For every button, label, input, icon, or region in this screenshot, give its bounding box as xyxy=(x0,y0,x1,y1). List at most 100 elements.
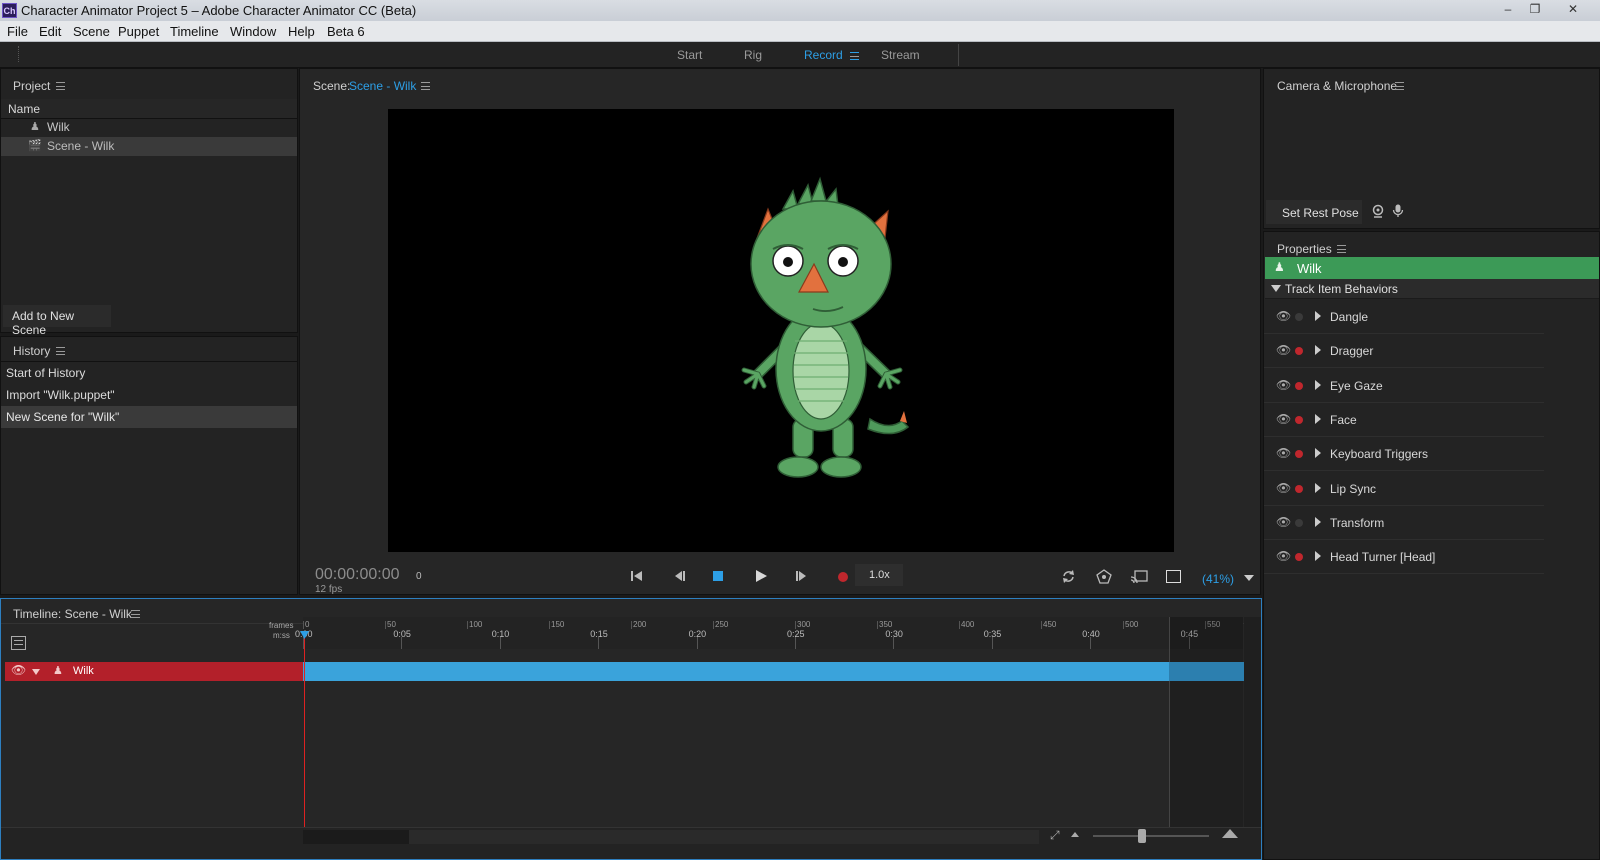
arm-record-icon[interactable] xyxy=(1295,381,1303,390)
arm-record-icon[interactable] xyxy=(1295,518,1303,527)
menu-beta[interactable]: Beta 6 xyxy=(327,24,365,39)
expand-arrow-icon[interactable] xyxy=(1315,379,1321,390)
add-to-new-scene-button[interactable]: Add to New Scene xyxy=(3,305,111,337)
visibility-eye-icon[interactable]: 👁 xyxy=(1276,412,1291,426)
menu-timeline[interactable]: Timeline xyxy=(170,24,219,39)
behavior-row[interactable]: 👁 Eye Gaze xyxy=(1264,369,1544,403)
workspace-menu-icon[interactable] xyxy=(850,52,859,60)
project-item-scene[interactable]: 🎬 Scene - Wilk xyxy=(1,137,297,156)
timeline-ruler[interactable]: 0501001502002503003504004505005500:000:0… xyxy=(295,617,1243,649)
minimize-button[interactable]: – xyxy=(1495,2,1521,18)
expand-arrow-icon[interactable] xyxy=(1315,482,1321,493)
expand-arrow-icon[interactable] xyxy=(1315,311,1321,321)
history-item[interactable]: Import "Wilk.puppet" xyxy=(1,384,297,406)
visibility-eye-icon[interactable]: 👁 xyxy=(1276,378,1291,392)
scene-menu-icon[interactable] xyxy=(421,82,430,90)
history-item-selected[interactable]: New Scene for "Wilk" xyxy=(1,406,297,428)
frame-view-icon[interactable] xyxy=(1166,570,1181,583)
visibility-eye-icon[interactable]: 👁 xyxy=(1276,343,1291,357)
expand-arrow-icon[interactable] xyxy=(1315,551,1321,562)
step-back-icon[interactable] xyxy=(672,569,686,583)
expand-arrow-icon[interactable] xyxy=(1315,413,1321,424)
frame-tick xyxy=(1041,621,1042,629)
behavior-row[interactable]: 👁 Dangle xyxy=(1264,300,1544,334)
behavior-row[interactable]: 👁 Dragger xyxy=(1264,334,1544,369)
behavior-row[interactable]: 👁 Head Turner [Head] xyxy=(1264,540,1544,575)
collapse-arrow-icon[interactable] xyxy=(1271,285,1281,292)
workspace-rig[interactable]: Rig xyxy=(744,48,762,62)
workspace-start[interactable]: Start xyxy=(677,48,702,62)
menu-file[interactable]: File xyxy=(7,24,28,39)
history-item[interactable]: Start of History xyxy=(1,362,297,384)
menu-puppet[interactable]: Puppet xyxy=(118,24,159,39)
behavior-row[interactable]: 👁 Face xyxy=(1264,403,1544,437)
playback-speed[interactable]: 1.0x xyxy=(855,564,903,586)
menu-scene[interactable]: Scene xyxy=(73,24,110,39)
fit-to-view-icon[interactable]: ⤢ xyxy=(1050,828,1060,843)
project-menu-icon[interactable] xyxy=(56,82,65,90)
timeline-options-icon[interactable] xyxy=(11,636,26,650)
scene-stage[interactable] xyxy=(388,109,1174,552)
playhead-line[interactable] xyxy=(304,631,305,827)
arm-record-icon[interactable] xyxy=(1295,415,1303,424)
track-bar[interactable] xyxy=(303,662,1244,681)
behavior-row[interactable]: 👁 Transform xyxy=(1264,506,1544,540)
play-icon[interactable] xyxy=(754,569,768,583)
expand-arrow-icon[interactable] xyxy=(1315,448,1321,459)
project-item-wilk[interactable]: ♟ Wilk xyxy=(1,118,297,137)
set-rest-pose-button[interactable]: Set Rest Pose xyxy=(1266,200,1362,224)
puppet-header[interactable]: ♟ Wilk xyxy=(1265,257,1599,279)
visibility-eye-icon[interactable]: 👁 xyxy=(1276,446,1291,460)
expand-arrow-icon[interactable] xyxy=(1315,516,1321,527)
track-header-wilk[interactable]: 👁 ♟ Wilk xyxy=(5,662,303,681)
horizontal-scrollbar-left[interactable] xyxy=(303,830,409,844)
zoom-in-icon[interactable] xyxy=(1222,829,1238,838)
frames-label: frames xyxy=(269,621,294,630)
restore-button[interactable]: ❐ xyxy=(1522,2,1548,18)
zoom-out-icon[interactable] xyxy=(1071,832,1079,837)
eye-icon[interactable]: 👁 xyxy=(11,663,26,677)
physics-icon[interactable] xyxy=(1096,569,1112,585)
menu-help[interactable]: Help xyxy=(288,24,315,39)
zoom-slider-thumb[interactable] xyxy=(1138,829,1146,843)
visibility-eye-icon[interactable]: 👁 xyxy=(1276,309,1291,323)
menu-edit[interactable]: Edit xyxy=(39,24,61,39)
timecode[interactable]: 00:00:00:00 xyxy=(315,566,400,584)
history-menu-icon[interactable] xyxy=(56,347,65,355)
track-item-behaviors-header[interactable]: Track Item Behaviors xyxy=(1265,279,1599,299)
microphone-icon[interactable] xyxy=(1392,204,1404,218)
zoom-dropdown-icon[interactable] xyxy=(1244,575,1254,581)
stop-icon[interactable] xyxy=(713,571,723,581)
expand-arrow-icon[interactable] xyxy=(32,669,40,675)
expand-arrow-icon[interactable] xyxy=(1315,345,1321,356)
camera-icon[interactable] xyxy=(1371,204,1385,218)
step-forward-icon[interactable] xyxy=(795,569,809,583)
close-button[interactable]: ✕ xyxy=(1560,2,1586,18)
arm-record-icon[interactable] xyxy=(1295,313,1303,321)
vertical-scrollbar[interactable] xyxy=(1244,617,1261,827)
behavior-row[interactable]: 👁 Lip Sync xyxy=(1264,472,1544,506)
arm-record-icon[interactable] xyxy=(1295,553,1303,562)
behavior-row[interactable]: 👁 Keyboard Triggers xyxy=(1264,437,1544,472)
visibility-eye-icon[interactable]: 👁 xyxy=(1276,481,1291,495)
column-name[interactable]: Name xyxy=(8,102,40,116)
workspace-stream[interactable]: Stream xyxy=(881,48,920,62)
cast-icon[interactable] xyxy=(1130,569,1148,585)
workspace-record[interactable]: Record xyxy=(804,48,843,62)
visibility-eye-icon[interactable]: 👁 xyxy=(1276,549,1291,563)
menu-window[interactable]: Window xyxy=(230,24,276,39)
loop-icon[interactable] xyxy=(1061,569,1076,584)
go-to-start-icon[interactable] xyxy=(630,569,644,583)
properties-menu-icon[interactable] xyxy=(1337,245,1346,253)
arm-record-icon[interactable] xyxy=(1295,484,1303,493)
camera-menu-icon[interactable] xyxy=(1395,82,1404,90)
puppet-wilk[interactable] xyxy=(388,109,1174,552)
visibility-eye-icon[interactable]: 👁 xyxy=(1276,515,1291,529)
zoom-level[interactable]: (41%) xyxy=(1202,572,1234,586)
arm-record-icon[interactable] xyxy=(1295,450,1303,459)
arm-record-icon[interactable] xyxy=(1295,347,1303,356)
horizontal-scrollbar-thumb[interactable] xyxy=(409,830,1039,844)
timeline-menu-icon[interactable] xyxy=(131,610,140,618)
zoom-slider[interactable] xyxy=(1093,835,1209,837)
record-icon[interactable] xyxy=(838,572,848,582)
